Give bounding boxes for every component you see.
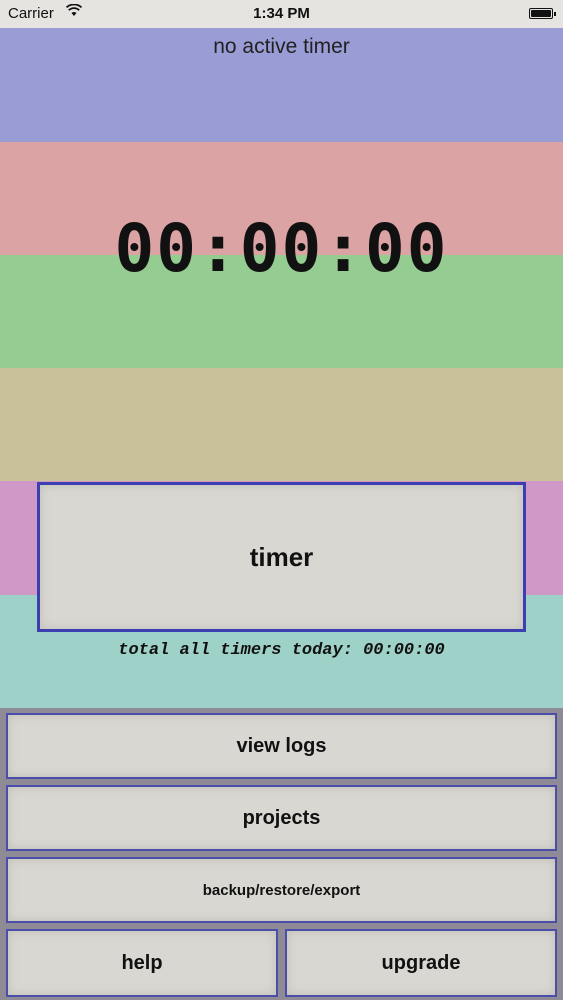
view-logs-label: view logs <box>236 734 327 757</box>
help-button[interactable]: help <box>6 929 278 997</box>
view-logs-button[interactable]: view logs <box>6 713 557 779</box>
active-timer-label: no active timer <box>213 35 350 58</box>
upgrade-button[interactable]: upgrade <box>285 929 557 997</box>
status-bar: Carrier 1:34 PM <box>0 0 563 28</box>
timer-clock: 00:00:00 <box>114 210 449 287</box>
battery-icon <box>529 8 556 19</box>
backup-label: backup/restore/export <box>202 881 361 899</box>
timer-button[interactable]: timer <box>37 482 526 632</box>
total-today-label: total all timers today: 00:00:00 <box>118 641 445 660</box>
upgrade-label: upgrade <box>381 951 461 974</box>
status-time: 1:34 PM <box>253 5 310 22</box>
help-label: help <box>121 951 163 974</box>
projects-button[interactable]: projects <box>6 785 557 851</box>
backup-restore-export-button[interactable]: backup/restore/export <box>6 857 557 923</box>
projects-label: projects <box>242 806 321 829</box>
timer-button-label: timer <box>249 541 314 572</box>
band-tan <box>0 368 563 481</box>
